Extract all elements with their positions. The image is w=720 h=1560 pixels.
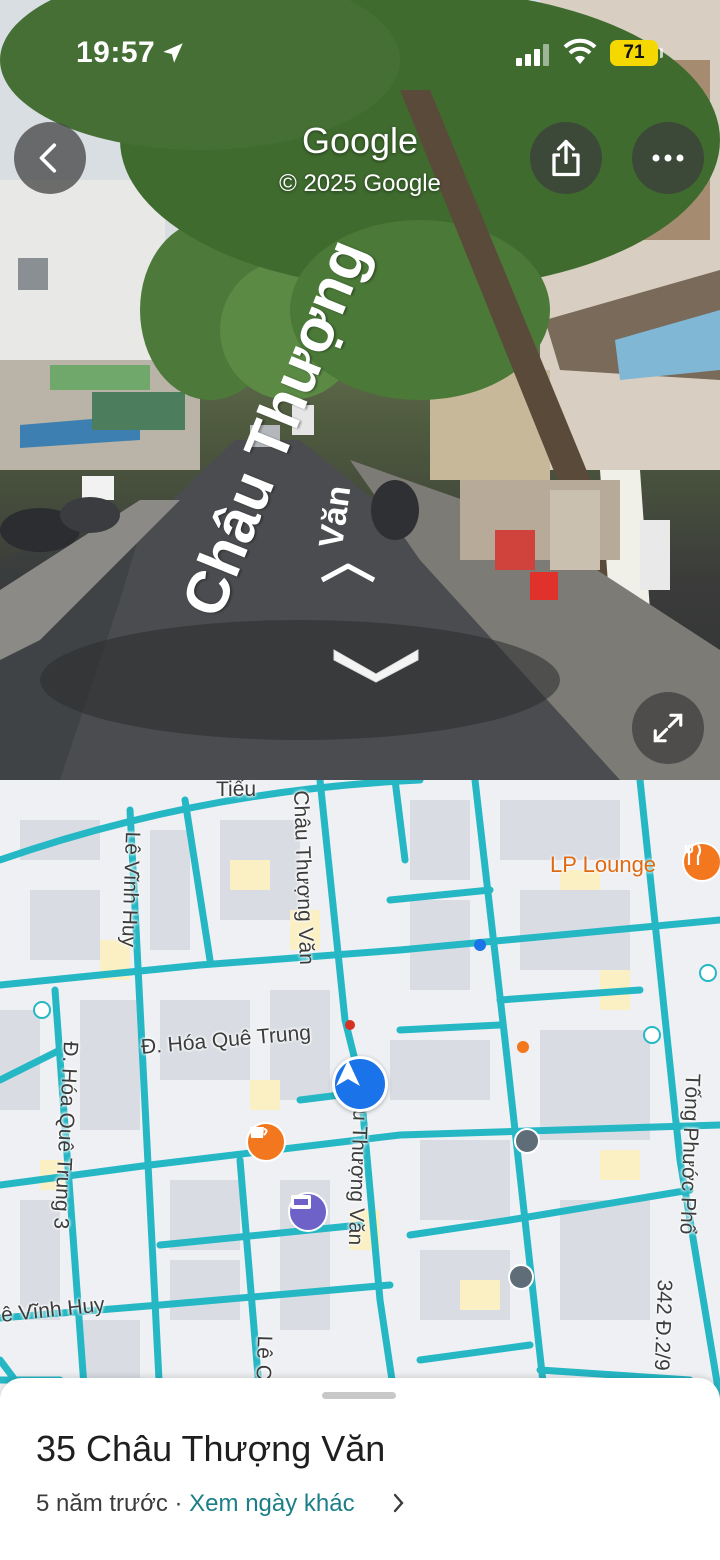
separator: · <box>167 1490 190 1517</box>
bus-stop-icon[interactable] <box>514 1128 540 1154</box>
cellular-signal-icon <box>516 44 549 66</box>
street-name-tieu: Tiểu <box>216 780 257 801</box>
street-view-panel[interactable]: 19:57 71 Google © 2025 Google Châu Thượn… <box>0 0 720 780</box>
more-options-button[interactable] <box>632 122 704 194</box>
chevron-right-icon[interactable] <box>392 1492 406 1514</box>
poi-lp-lounge-label[interactable]: LP Lounge <box>550 852 656 878</box>
navigation-arrow-icon <box>336 1060 360 1086</box>
status-time: 19:57 <box>76 36 156 69</box>
share-icon <box>552 139 580 177</box>
imagery-age: 5 năm trước <box>36 1490 168 1517</box>
expand-icon <box>653 713 683 743</box>
google-watermark: Google <box>301 120 419 161</box>
status-bar: 19:57 71 <box>0 0 720 100</box>
wifi-icon <box>563 38 597 64</box>
street-name-2-9: 342 Đ.2/9 <box>649 1279 676 1372</box>
street-name-le-c: Lê C <box>251 1335 276 1381</box>
battery-indicator: 71 <box>610 40 663 66</box>
place-bottom-sheet[interactable]: 35 Châu Thượng Văn 5 năm trước · Xem ngà… <box>0 1378 720 1560</box>
imagery-date-row: 5 năm trước · Xem ngày khác <box>36 1490 355 1518</box>
navigate-forward-arrow[interactable] <box>318 560 378 584</box>
current-location-marker <box>332 1056 388 1112</box>
street-name-le-vinh-huy: Lê Vĩnh Huy <box>116 831 144 948</box>
atm-icon[interactable] <box>288 1192 328 1232</box>
bus-stop-icon[interactable] <box>508 1264 534 1290</box>
copyright-text: © 2025 Google <box>279 170 441 197</box>
place-address: 35 Châu Thượng Văn <box>36 1428 386 1469</box>
share-button[interactable] <box>530 122 602 194</box>
navigate-back-arrow[interactable] <box>330 644 422 684</box>
location-arrow-icon <box>163 43 183 63</box>
sheet-grabber[interactable] <box>322 1392 396 1399</box>
expand-button[interactable] <box>632 692 704 764</box>
fork-knife-icon[interactable] <box>682 842 720 882</box>
see-other-dates-link[interactable]: Xem ngày khác <box>189 1490 354 1517</box>
map-view[interactable]: Tiểu Châu Thượng Văn Lê Vĩnh Huy Đ. Hóa … <box>0 780 720 1400</box>
more-dots-icon <box>652 154 684 162</box>
coffee-icon[interactable] <box>246 1122 286 1162</box>
